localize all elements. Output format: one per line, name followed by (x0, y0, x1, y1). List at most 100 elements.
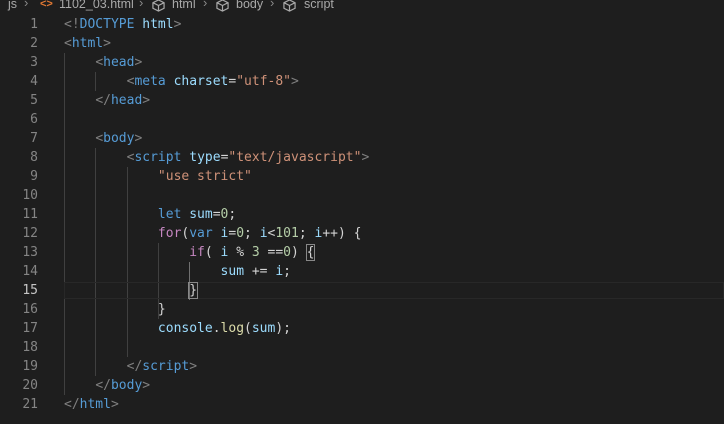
code-token: . (212, 321, 221, 336)
code-token: head (110, 93, 143, 108)
line-number[interactable]: 16 (0, 300, 38, 319)
code-line[interactable]: 7 <body> (0, 129, 724, 148)
code-text: let sum=0; (64, 205, 236, 224)
code-token: DOCTYPE (79, 17, 135, 32)
breadcrumb-html[interactable]: html (172, 0, 196, 10)
breadcrumb-body[interactable]: body (236, 0, 263, 10)
code-text: if( i % 3 ==0) { (64, 243, 316, 262)
code-text: </html> (64, 395, 119, 414)
code-token: "use strict" (157, 169, 252, 184)
line-number[interactable]: 6 (0, 110, 38, 129)
code-line[interactable]: 21 </html> (0, 395, 724, 414)
code-token: ; (228, 207, 237, 222)
code-token: = (212, 207, 221, 222)
code-text: <!DOCTYPE html> (64, 15, 181, 34)
code-text: sum += i; (64, 262, 291, 281)
code-line[interactable]: 13 if( i % 3 ==0) { (0, 243, 724, 262)
code-line[interactable]: 3 <head> (0, 53, 724, 72)
code-line[interactable]: 14 sum += i; (0, 262, 724, 281)
line-number[interactable]: 15 (0, 281, 38, 300)
code-line[interactable]: 2 <html> (0, 34, 724, 53)
code-text: } (64, 300, 166, 319)
line-number[interactable]: 12 (0, 224, 38, 243)
line-number[interactable]: 1 (0, 15, 38, 34)
code-token: ; (283, 264, 291, 279)
code-text: </script> (64, 357, 197, 376)
code-line[interactable]: 15 } (0, 281, 724, 300)
matching-brace: { (305, 244, 316, 261)
code-text: <body> (64, 129, 142, 148)
code-token: console (157, 321, 213, 336)
line-number[interactable]: 3 (0, 53, 38, 72)
code-line[interactable]: 4 <meta charset="utf-8"> (0, 72, 724, 91)
line-number[interactable]: 20 (0, 376, 38, 395)
line-number[interactable]: 18 (0, 338, 38, 357)
line-number[interactable]: 7 (0, 129, 38, 148)
line-number[interactable]: 17 (0, 319, 38, 338)
code-token: let (157, 207, 182, 222)
code-token: </ (95, 378, 111, 393)
code-token: body (103, 131, 135, 146)
code-line[interactable]: 9 "use strict" (0, 167, 724, 186)
breadcrumb-script[interactable]: script (304, 0, 334, 10)
line-number[interactable]: 10 (0, 186, 38, 205)
line-number[interactable]: 19 (0, 357, 38, 376)
breadcrumb-file[interactable]: 1102_03.html (59, 0, 134, 10)
code-text: console.log(sum); (64, 319, 291, 338)
code-line[interactable]: 11 let sum=0; (0, 205, 724, 224)
code-line[interactable]: 12 for(var i=0; i<101; i++) { (0, 224, 724, 243)
code-token: ) (291, 245, 307, 260)
code-token: sum (189, 207, 213, 222)
code-text: </body> (64, 376, 150, 395)
code-text: <html> (64, 34, 111, 53)
code-token: < (64, 36, 72, 51)
line-number[interactable]: 9 (0, 167, 38, 186)
code-token: > (173, 17, 182, 32)
line-number[interactable]: 4 (0, 72, 38, 91)
code-line[interactable]: 16 } (0, 300, 724, 319)
line-number[interactable]: 13 (0, 243, 38, 262)
symbol-cube-icon (216, 0, 229, 12)
code-line[interactable]: 1 <!DOCTYPE html> (0, 15, 724, 34)
code-token: ; (244, 226, 260, 241)
chevron-right-icon: › (24, 0, 29, 10)
code-line[interactable]: 20 </body> (0, 376, 724, 395)
matching-brace: } (188, 282, 199, 299)
line-number[interactable]: 21 (0, 395, 38, 414)
breadcrumb-folder[interactable]: js (8, 0, 17, 10)
code-line[interactable]: 18 (0, 338, 724, 357)
code-token: < (95, 55, 104, 70)
code-line[interactable]: 8 <script type="text/javascript"> (0, 148, 724, 167)
line-number[interactable]: 5 (0, 91, 38, 110)
code-editor[interactable]: 1 <!DOCTYPE html> 2 <html> 3 <head> 4 <meta c… (0, 14, 724, 424)
code-token: ); (275, 321, 291, 336)
code-line[interactable]: 17 console.log(sum); (0, 319, 724, 338)
code-token: html (142, 17, 174, 32)
breadcrumb: js › <> 1102_03.html › html › body › scr… (0, 0, 724, 14)
code-token: body (110, 378, 143, 393)
line-number[interactable]: 2 (0, 34, 38, 53)
code-line[interactable]: 19 </script> (0, 357, 724, 376)
code-token: sum (220, 264, 245, 279)
code-token: "text/javascript" (228, 150, 362, 165)
line-number[interactable]: 14 (0, 262, 38, 281)
line-number[interactable]: 11 (0, 205, 38, 224)
code-line[interactable]: 5 </head> (0, 91, 724, 110)
code-token: charset (173, 74, 229, 89)
code-token: i (275, 264, 284, 279)
line-number[interactable]: 8 (0, 148, 38, 167)
code-token: html (79, 397, 111, 412)
code-token: > (361, 150, 370, 165)
code-line[interactable]: 6 (0, 110, 724, 129)
code-line[interactable]: 10 (0, 186, 724, 205)
